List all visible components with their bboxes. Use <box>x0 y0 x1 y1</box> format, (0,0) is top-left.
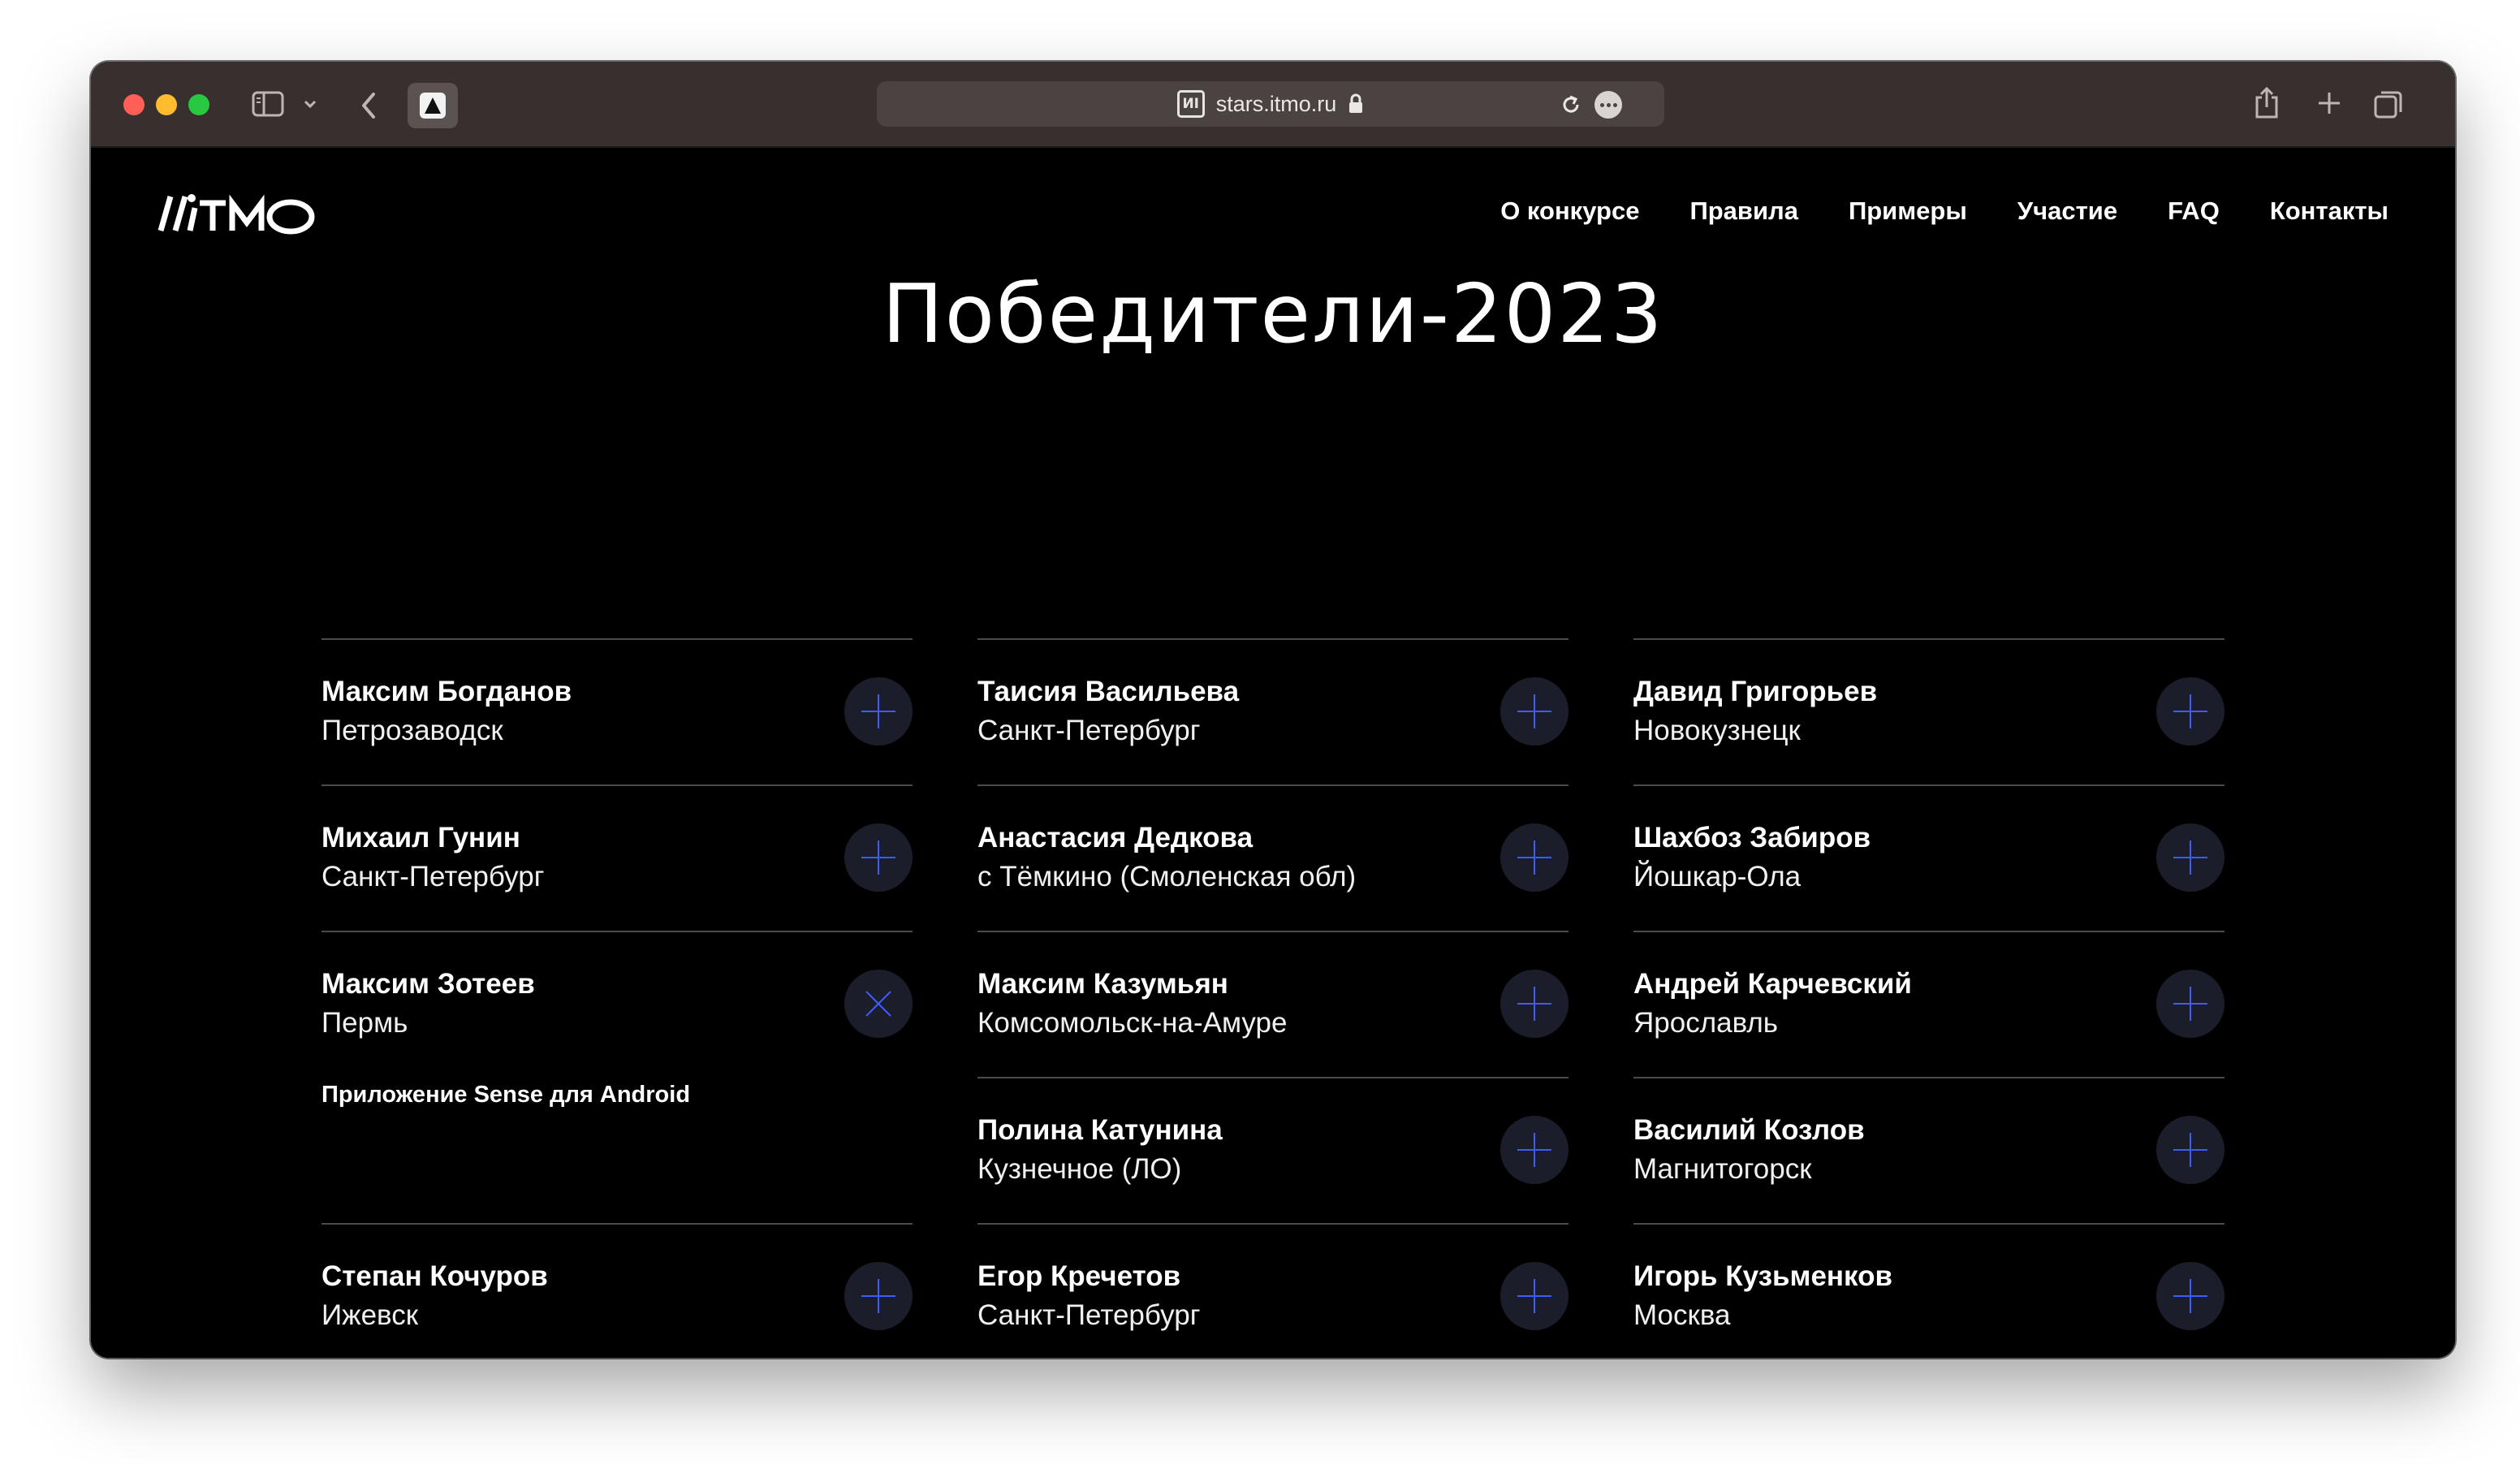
winner-name: Максим Богданов <box>321 676 572 707</box>
pinned-tab-icon[interactable] <box>408 83 458 128</box>
winner-city: Санкт-Петербург <box>977 715 1201 746</box>
winner-name: Анастасия Дедкова <box>977 822 1254 854</box>
winner-card[interactable]: Максим Богданов Петрозаводск <box>321 638 913 784</box>
winner-card[interactable]: Таисия Васильева Санкт-Петербург <box>977 638 1569 784</box>
winners-grid: Максим Богданов Петрозаводск Михаил Гуни… <box>321 638 2224 1358</box>
nav-contacts[interactable]: Контакты <box>2270 197 2388 226</box>
nav-participation[interactable]: Участие <box>2017 197 2117 226</box>
address-bar[interactable]: ИI stars.itmo.ru <box>877 81 1664 127</box>
expand-plus-icon[interactable] <box>2156 823 2224 892</box>
site-favicon-icon: ИI <box>1176 90 1205 118</box>
winners-column: Таисия Васильева Санкт-Петербург Анастас… <box>977 638 1569 1358</box>
winner-name: Михаил Гунин <box>321 822 520 854</box>
expand-plus-icon[interactable] <box>1500 677 1569 745</box>
browser-toolbar: ИI stars.itmo.ru <box>91 62 2455 148</box>
winner-city: Йошкар-Ола <box>1633 861 1802 892</box>
winner-name: Шахбоз Забиров <box>1633 822 1871 854</box>
winner-card[interactable]: Давид Григорьев Новокузнецк <box>1633 638 2224 784</box>
url-text: stars.itmo.ru <box>1215 91 1337 116</box>
expand-plus-icon[interactable] <box>1500 1262 1569 1330</box>
expand-plus-icon[interactable] <box>2156 970 2224 1038</box>
winner-name: Игорь Кузьменков <box>1633 1260 1892 1292</box>
nav-rules[interactable]: Правила <box>1689 197 1798 226</box>
nav-faq[interactable]: FAQ <box>2168 197 2220 226</box>
expand-plus-icon[interactable] <box>844 1262 913 1330</box>
expand-plus-icon[interactable] <box>2156 677 2224 745</box>
itmo-logo[interactable] <box>158 190 320 236</box>
winners-column: Давид Григорьев Новокузнецк Шахбоз Забир… <box>1633 638 2224 1358</box>
winner-city: Пермь <box>321 1007 408 1039</box>
winner-city: Ярославль <box>1633 1007 1779 1039</box>
winner-name: Василий Козлов <box>1633 1114 1865 1146</box>
winner-city: Кузнечное (ЛО) <box>977 1153 1182 1185</box>
collapse-close-icon[interactable] <box>844 970 913 1038</box>
winner-card[interactable]: Игорь Кузьменков Москва <box>1633 1223 2224 1358</box>
reload-icon[interactable] <box>1557 91 1585 119</box>
winner-name: Таисия Васильева <box>977 676 1240 707</box>
zoom-window-button[interactable] <box>188 94 209 115</box>
sidebar-toggle-icon[interactable] <box>250 89 286 119</box>
winners-column: Максим Богданов Петрозаводск Михаил Гуни… <box>321 638 913 1358</box>
winner-card[interactable]: Михаил Гунин Санкт-Петербург <box>321 784 913 931</box>
expand-plus-icon[interactable] <box>1500 1116 1569 1184</box>
winner-card[interactable]: Степан Кочуров Ижевск <box>321 1223 913 1358</box>
web-page: О конкурсе Правила Примеры Участие FAQ К… <box>91 148 2455 1358</box>
share-icon[interactable] <box>2249 83 2285 123</box>
nav-examples[interactable]: Примеры <box>1849 197 1967 226</box>
winner-name: Максим Зотеев <box>321 968 535 1000</box>
close-window-button[interactable] <box>123 94 145 115</box>
winner-card[interactable]: Полина Катунина Кузнечное (ЛО) <box>977 1077 1569 1223</box>
more-options-icon[interactable] <box>1594 91 1622 119</box>
browser-window: ИI stars.itmo.ru О конкурсе Правила Прим… <box>91 62 2455 1358</box>
winner-card-expanded[interactable]: Максим Зотеев Пермь Приложение Sense для… <box>321 931 913 1223</box>
winner-name: Полина Катунина <box>977 1114 1223 1146</box>
new-tab-icon[interactable] <box>2312 86 2346 120</box>
winner-city: с Тёмкино (Смоленская обл) <box>977 861 1357 892</box>
winner-card[interactable]: Шахбоз Забиров Йошкар-Ола <box>1633 784 2224 931</box>
winner-city: Петрозаводск <box>321 715 503 746</box>
minimize-window-button[interactable] <box>156 94 177 115</box>
winner-city: Комсомольск-на-Амуре <box>977 1007 1288 1039</box>
winner-card[interactable]: Егор Кречетов Санкт-Петербург <box>977 1223 1569 1358</box>
winner-city: Магнитогорск <box>1633 1153 1812 1185</box>
winner-name: Максим Казумьян <box>977 968 1228 1000</box>
winner-card[interactable]: Василий Козлов Магнитогорск <box>1633 1077 2224 1223</box>
nav-about[interactable]: О конкурсе <box>1500 197 1639 226</box>
winner-name: Давид Григорьев <box>1633 676 1878 707</box>
winner-city: Москва <box>1633 1299 1731 1331</box>
winner-card[interactable]: Анастасия Дедкова с Тёмкино (Смоленская … <box>977 784 1569 931</box>
expand-plus-icon[interactable] <box>2156 1116 2224 1184</box>
winner-card[interactable]: Максим Казумьян Комсомольск-на-Амуре <box>977 931 1569 1077</box>
back-arrow-icon[interactable] <box>354 89 383 122</box>
winner-city: Санкт-Петербург <box>321 861 545 892</box>
expand-plus-icon[interactable] <box>2156 1262 2224 1330</box>
expand-plus-icon[interactable] <box>844 823 913 892</box>
winner-name: Степан Кочуров <box>321 1260 548 1292</box>
page-title: Победители-2023 <box>882 266 1664 361</box>
expand-plus-icon[interactable] <box>1500 823 1569 892</box>
expand-plus-icon[interactable] <box>1500 970 1569 1038</box>
winner-city: Новокузнецк <box>1633 715 1801 746</box>
winner-project: Приложение Sense для Android <box>321 1082 691 1108</box>
main-nav: О конкурсе Правила Примеры Участие FAQ К… <box>1500 197 2388 226</box>
winner-city: Санкт-Петербург <box>977 1299 1201 1331</box>
expand-plus-icon[interactable] <box>844 677 913 745</box>
winner-card[interactable]: Андрей Карчевский Ярославль <box>1633 931 2224 1077</box>
tab-overview-icon[interactable] <box>2371 86 2406 122</box>
winner-name: Егор Кречетов <box>977 1260 1181 1292</box>
winner-city: Ижевск <box>321 1299 419 1331</box>
lock-icon <box>1348 93 1364 115</box>
winner-name: Андрей Карчевский <box>1633 968 1912 1000</box>
chevron-down-icon[interactable] <box>300 93 320 115</box>
